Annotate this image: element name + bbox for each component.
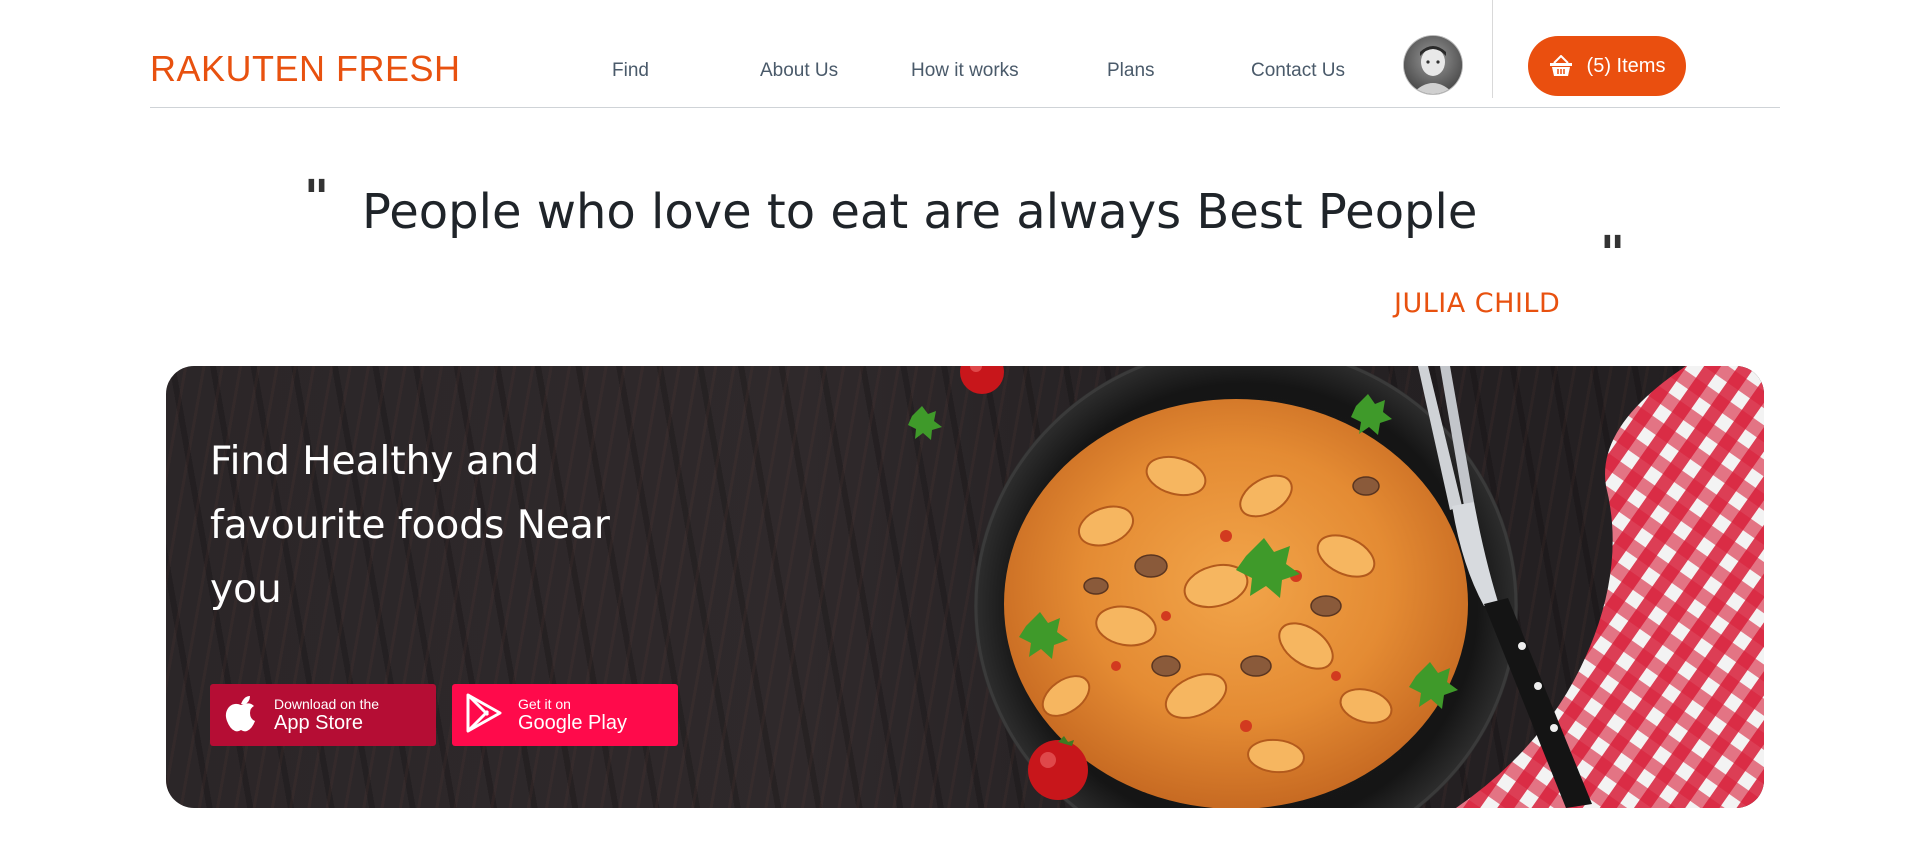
quote-text: People who love to eat are always Best P…: [362, 184, 1478, 240]
quote-open-mark: ": [304, 170, 330, 226]
nav-plans[interactable]: Plans: [1107, 60, 1155, 82]
apple-icon: [224, 694, 258, 737]
user-avatar[interactable]: [1404, 36, 1462, 94]
google-play-button[interactable]: Get it on Google Play: [452, 684, 678, 746]
hero-banner: Find Healthy and favourite foods Near yo…: [166, 366, 1764, 808]
nav-how-it-works[interactable]: How it works: [911, 60, 1019, 82]
play-icon: [466, 693, 502, 738]
site-header: RAKUTEN FRESH Find About Us How it works…: [150, 0, 1780, 108]
google-play-text: Get it on Google Play: [518, 696, 627, 734]
app-store-button[interactable]: Download on the App Store: [210, 684, 436, 746]
google-play-small: Get it on: [518, 696, 571, 712]
basket-icon: [1549, 55, 1573, 77]
header-divider: [1492, 0, 1493, 98]
nav-contact-us[interactable]: Contact Us: [1251, 60, 1345, 82]
nav-find[interactable]: Find: [612, 60, 649, 82]
app-store-big: App Store: [274, 712, 363, 734]
nav-about-us[interactable]: About Us: [760, 60, 838, 82]
app-store-small: Download on the: [274, 696, 380, 712]
cart-label: (5) Items: [1586, 54, 1666, 77]
quote-author: JULIA CHILD: [1394, 288, 1561, 319]
avatar-image: [1404, 36, 1462, 94]
cart-button[interactable]: (5) Items: [1528, 36, 1686, 96]
quote-close-mark: ": [1600, 226, 1626, 282]
app-store-text: Download on the App Store: [274, 696, 379, 734]
google-play-big: Google Play: [518, 712, 627, 734]
hero-title: Find Healthy and favourite foods Near yo…: [210, 439, 610, 612]
